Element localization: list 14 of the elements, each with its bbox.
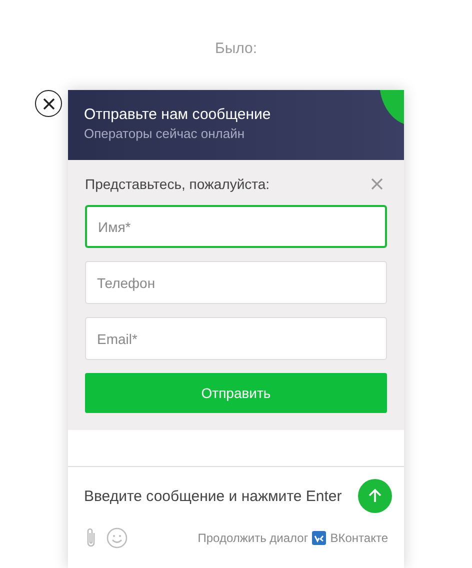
input-field[interactable]: Имя* (85, 205, 387, 248)
send-button[interactable] (358, 479, 392, 513)
submit-button[interactable]: Отправить (85, 373, 387, 413)
close-button[interactable] (35, 90, 62, 117)
vk-link[interactable]: ВКонтакте (330, 531, 388, 545)
smiley-icon[interactable] (106, 527, 128, 549)
leaf-icon (380, 90, 404, 124)
header-title: Отправьте нам сообщение (84, 106, 272, 123)
form-prompt: Представьтесь, пожалуйста: (85, 176, 270, 192)
arrow-up-icon (367, 488, 383, 504)
close-icon (371, 178, 383, 190)
continue-text: Продолжить диалог (198, 531, 308, 545)
header-subtitle: Операторы сейчас онлайн (84, 126, 246, 141)
vk-icon (312, 531, 326, 545)
